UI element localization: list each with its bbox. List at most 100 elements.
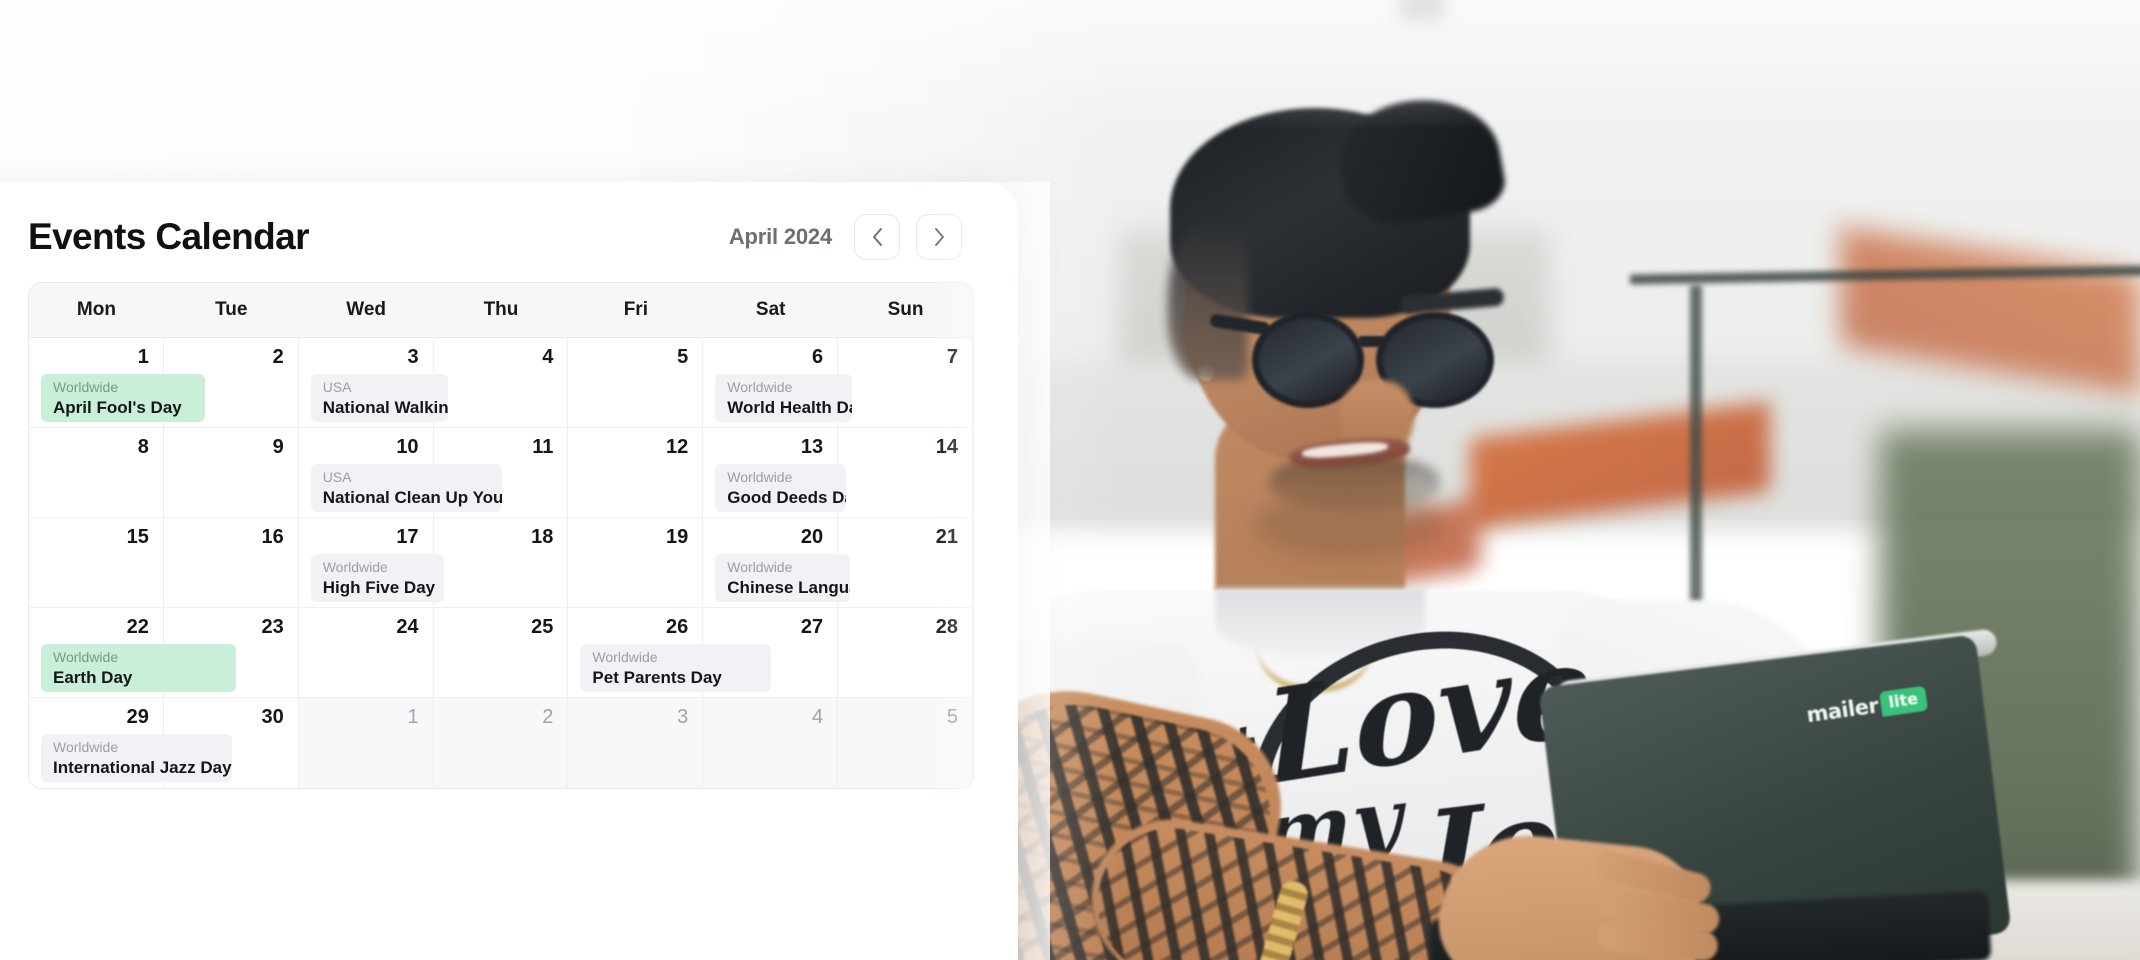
event-title: Good Deeds Day [727, 487, 845, 507]
day-number: 13 [800, 436, 824, 458]
day-number: 18 [531, 526, 554, 548]
day-number: 17 [396, 526, 419, 548]
event-chip[interactable]: USA National Clean Up Your Pantry Day [310, 464, 502, 512]
event-region: Worldwide [53, 379, 119, 395]
day-cell[interactable]: 24 [299, 608, 434, 697]
event-region: USA [322, 469, 352, 485]
calendar-weeks: 1 2 3 4 5 6 7 Worldwide April Fool's Day USA Natio… [29, 338, 973, 788]
event-region: Worldwide [727, 379, 793, 395]
weekday-header-fri: Fri [623, 299, 648, 320]
event-title: National Clean Up Your Pantry Day [322, 487, 502, 507]
weekday-header-mon: Mon [76, 299, 116, 320]
day-cell[interactable]: 3 [568, 698, 704, 788]
chevron-right-icon [933, 227, 946, 247]
day-number: 1 [407, 706, 419, 728]
day-cell[interactable]: 12 [568, 428, 704, 517]
events-calendar-card: Events Calendar April 2024 Mon Tue Wed T… [0, 182, 1018, 960]
calendar-week-row: 1 2 3 4 5 6 7 Worldwide April Fool's Day USA Natio… [29, 338, 973, 428]
calendar-week-row: 29 30 1 2 3 4 5 Worldwide International Jazz Day [29, 698, 973, 788]
day-number: 12 [666, 436, 689, 458]
day-number: 6 [812, 346, 824, 368]
day-number: 26 [666, 616, 689, 638]
day-cell[interactable]: 15 [29, 518, 164, 607]
month-navigation: April 2024 [729, 214, 974, 260]
day-cell[interactable]: 8 [29, 428, 164, 517]
sunglasses-bridge [1358, 336, 1386, 347]
day-cell[interactable]: 4 [703, 698, 839, 788]
day-cell[interactable]: 5 [568, 338, 704, 427]
screenshot-stage: # Love my Job [0, 0, 2140, 960]
day-cell[interactable]: 28 [838, 608, 973, 697]
calendar-week-row: 22 23 24 25 26 27 28 Worldwide Earth Day Worldwid… [29, 608, 973, 698]
day-cell[interactable]: 2 [433, 698, 569, 788]
day-number: 21 [935, 526, 958, 548]
day-number: 11 [532, 436, 554, 458]
day-number: 19 [666, 526, 689, 548]
event-chip[interactable]: Worldwide World Health Day [715, 374, 853, 422]
chin-shadow [1255, 490, 1445, 560]
day-number: 5 [946, 706, 958, 728]
event-region: Worldwide [322, 559, 388, 575]
calendar-grid: Mon Tue Wed Thu Fri Sat Sun 1 2 3 4 5 6 7 Worldwide Ap… [28, 282, 974, 789]
event-title: National Walking Day [322, 397, 448, 417]
hair-quiff [1330, 87, 1510, 233]
day-cell[interactable]: 18 [434, 518, 569, 607]
day-cell[interactable]: 5 [838, 698, 973, 788]
next-month-button[interactable] [916, 214, 962, 260]
event-region: Worldwide [53, 739, 119, 755]
day-cell[interactable]: 19 [568, 518, 704, 607]
day-cell[interactable]: 14 [838, 428, 973, 517]
calendar-week-row: 8 9 10 11 12 13 14 USA National Clean Up Your Pa… [29, 428, 973, 518]
event-chip[interactable]: Worldwide High Five Day [310, 554, 444, 602]
hair-fade [1168, 220, 1248, 380]
current-month-label: April 2024 [728, 224, 832, 249]
event-title: High Five Day [322, 577, 436, 597]
event-chip[interactable]: Worldwide Earth Day [41, 644, 237, 692]
day-number: 20 [800, 526, 824, 548]
event-title: Earth Day [53, 667, 133, 687]
prev-month-button[interactable] [854, 214, 900, 260]
event-title: Pet Parents Day [592, 667, 722, 687]
day-number: 23 [261, 616, 284, 638]
chevron-left-icon [871, 227, 884, 247]
event-chip[interactable]: Worldwide April Fool's Day [41, 374, 206, 422]
event-chip[interactable]: Worldwide International Jazz Day [41, 734, 233, 782]
day-cell[interactable]: 4 [434, 338, 569, 427]
weekday-header-sun: Sun [887, 299, 924, 320]
day-cell[interactable]: 25 [434, 608, 569, 697]
day-number: 3 [407, 346, 419, 368]
calendar-header: Events Calendar April 2024 [28, 182, 974, 282]
day-number: 2 [542, 706, 554, 728]
weekday-header-row: Mon Tue Wed Thu Fri Sat Sun [29, 283, 973, 338]
day-number: 30 [261, 706, 284, 728]
weekday-header-sat: Sat [755, 299, 786, 320]
day-cell[interactable]: 7 [838, 338, 973, 427]
day-number: 5 [677, 346, 689, 368]
day-cell[interactable]: 9 [164, 428, 299, 517]
weekday-header-thu: Thu [483, 299, 519, 320]
day-cell[interactable]: 16 [164, 518, 299, 607]
event-region: Worldwide [592, 649, 658, 665]
event-title: April Fool's Day [53, 397, 182, 417]
event-region: USA [322, 379, 352, 395]
event-chip[interactable]: Worldwide Pet Parents Day [580, 644, 772, 692]
event-title: International Jazz Day [53, 757, 232, 777]
day-number: 29 [126, 706, 149, 728]
day-number: 15 [126, 526, 149, 548]
event-title: World Health Day [727, 397, 852, 417]
day-cell[interactable]: 1 [298, 698, 434, 788]
event-title: Chinese Language Day [727, 577, 850, 597]
day-cell[interactable]: 21 [838, 518, 973, 607]
event-chip[interactable]: Worldwide Chinese Language Day [715, 554, 850, 602]
day-number: 14 [935, 436, 958, 458]
event-chip[interactable]: Worldwide Good Deeds Day [715, 464, 846, 512]
day-number: 8 [137, 436, 149, 458]
day-number: 25 [531, 616, 554, 638]
day-number: 4 [812, 706, 824, 728]
day-number: 28 [935, 616, 958, 638]
event-chip[interactable]: USA National Walking Day [310, 374, 448, 422]
calendar-week-row: 15 16 17 18 19 20 21 Worldwide High Five Day Worl… [29, 518, 973, 608]
page-title: Events Calendar [28, 216, 310, 257]
event-region: Worldwide [727, 469, 793, 485]
day-number: 1 [137, 346, 149, 368]
